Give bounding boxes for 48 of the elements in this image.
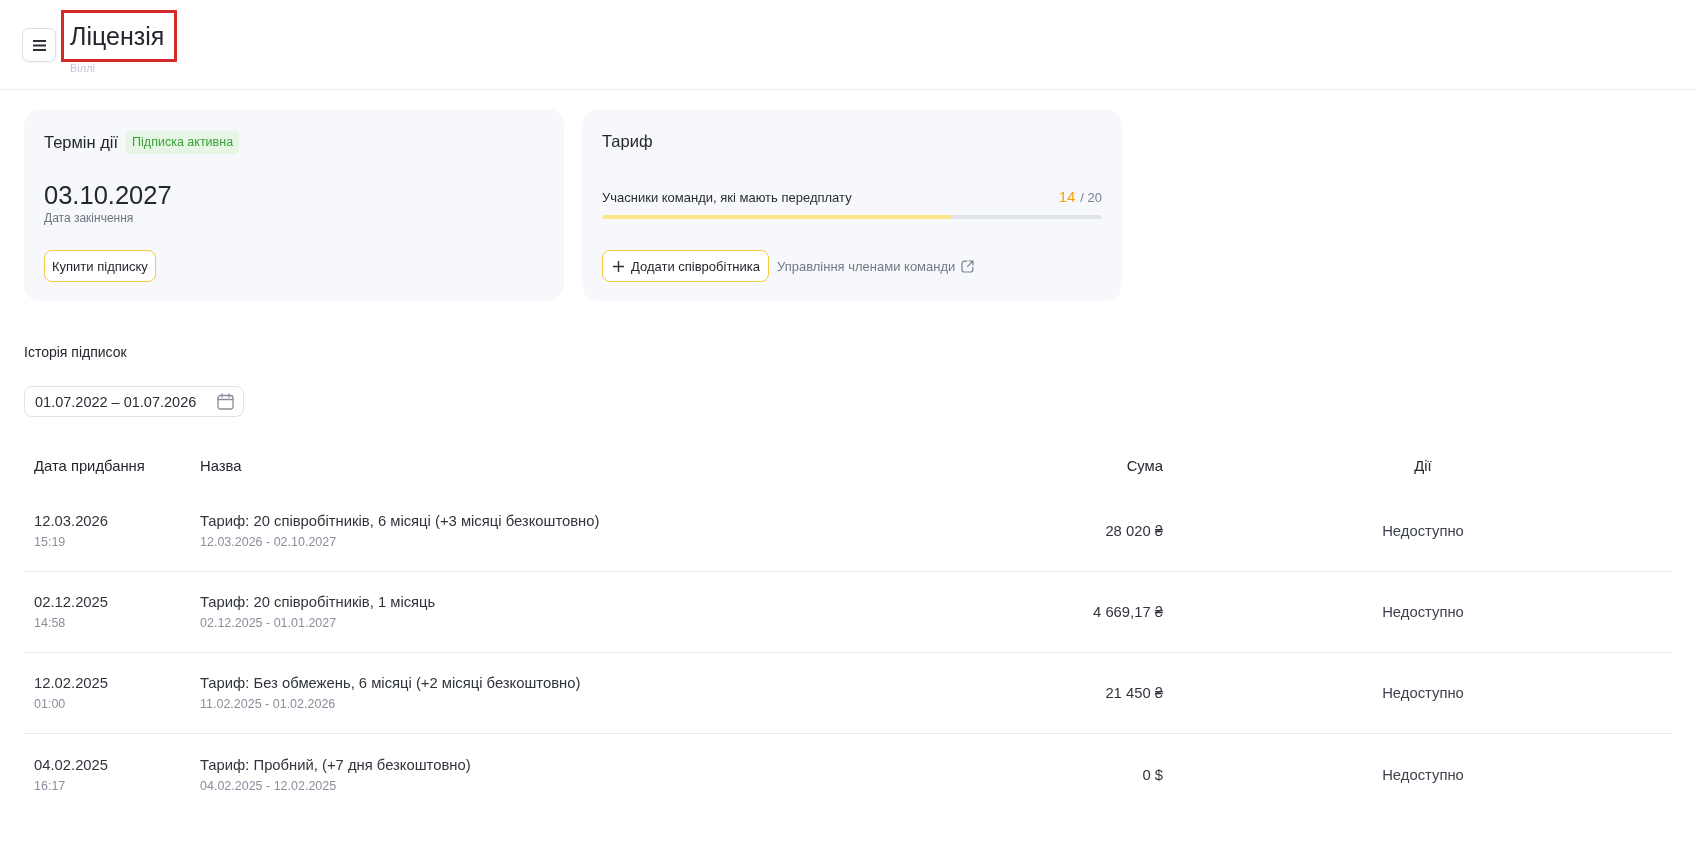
members-label: Учасники команди, які мають передплату bbox=[602, 189, 852, 208]
end-date: 03.10.2027 bbox=[44, 180, 173, 210]
add-employee-button[interactable]: Додати співробітника bbox=[602, 250, 769, 282]
section-title: Історія підписок bbox=[24, 343, 128, 361]
action-status: Недоступно bbox=[1382, 604, 1464, 620]
column-header: Назва bbox=[200, 458, 242, 474]
card-title: Тариф bbox=[602, 132, 653, 152]
calendar-icon bbox=[217, 393, 234, 410]
purchase-date: 04.02.2025 bbox=[34, 755, 109, 774]
menu-button[interactable] bbox=[22, 28, 56, 62]
action-status: Недоступно bbox=[1382, 523, 1464, 539]
purchase-time: 01:00 bbox=[34, 696, 66, 712]
buy-subscription-button[interactable]: Купити підписку bbox=[44, 250, 156, 282]
plan-period: 12.03.2026 - 02.10.2027 bbox=[200, 534, 337, 550]
members-count: 14 bbox=[1058, 187, 1076, 208]
amount-text: 28 020 ₴ bbox=[1105, 523, 1163, 539]
menu-icon bbox=[32, 39, 46, 51]
plan-period: 04.02.2025 - 12.02.2025 bbox=[200, 777, 337, 794]
members-total: / 20 bbox=[1080, 189, 1102, 208]
card-title: Термін дії bbox=[44, 132, 119, 152]
plan-period: 11.02.2025 - 01.02.2026 bbox=[200, 696, 336, 712]
purchase-time: 14:58 bbox=[34, 615, 66, 631]
purchase-time: 15:19 bbox=[34, 534, 66, 550]
page-title: Ліцензія bbox=[61, 10, 178, 62]
action-status: Недоступно bbox=[1382, 685, 1464, 701]
purchase-date: 12.02.2025 bbox=[34, 674, 109, 692]
action-status: Недоступно bbox=[1382, 766, 1464, 783]
plan-name: Тариф: 20 співробітників, 6 місяці (+3 місяці безкоштовно) bbox=[200, 512, 600, 530]
plus-icon bbox=[613, 260, 624, 272]
column-header: Дата придбання bbox=[34, 458, 145, 474]
status-badge: Підписка активна bbox=[126, 130, 240, 154]
amount-text: 0 $ bbox=[1142, 766, 1163, 783]
plan-name: Тариф: Пробний, (+7 дня безкоштовно) bbox=[200, 755, 471, 774]
external-link-icon bbox=[961, 259, 975, 273]
column-header: Сума bbox=[1126, 458, 1163, 474]
page-subtitle: Віллі bbox=[70, 62, 96, 75]
manage-team-link[interactable]: Управління членами команди bbox=[777, 258, 975, 274]
end-date-label: Дата закінчення bbox=[44, 210, 135, 226]
purchase-date: 02.12.2025 bbox=[34, 593, 109, 611]
column-header: Дії bbox=[1414, 458, 1432, 474]
amount-text: 21 450 ₴ bbox=[1105, 685, 1163, 701]
plan-name: Тариф: Без обмежень, 6 місяці (+2 місяці безкоштовно) bbox=[200, 674, 581, 692]
plan-period: 02.12.2025 - 01.01.2027 bbox=[200, 615, 337, 631]
amount-text: 4 669,17 ₴ bbox=[1093, 604, 1163, 620]
purchase-date: 12.03.2026 bbox=[34, 512, 109, 530]
purchase-time: 16:17 bbox=[34, 777, 66, 794]
date-range-field[interactable]: 01.07.2022 – 01.07.2026 bbox=[24, 386, 244, 417]
plan-name: Тариф: 20 співробітників, 1 місяць bbox=[200, 593, 436, 611]
